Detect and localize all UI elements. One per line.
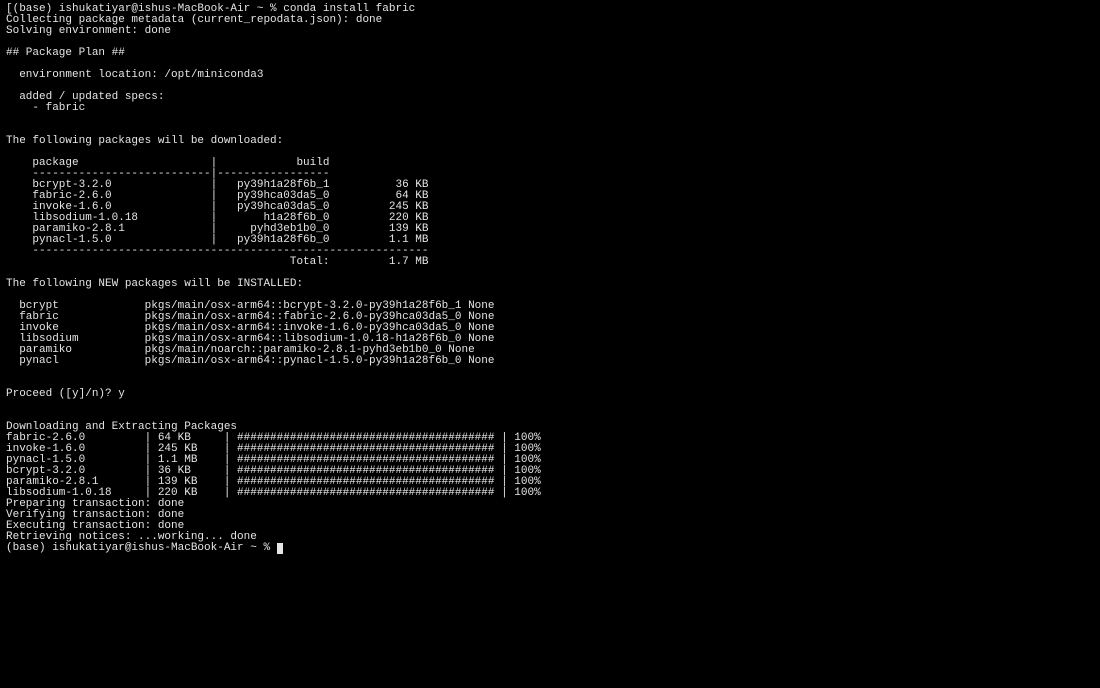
proceed-prompt: Proceed ([y]/n)? y [6, 388, 125, 400]
terminal-output[interactable]: [(base) ishukatiyar@ishus-MacBook-Air ~ … [0, 0, 1100, 558]
plan-header: ## Package Plan ## [6, 47, 125, 59]
table-total: Total: 1.7 MB [6, 256, 428, 268]
install-header: The following NEW packages will be INSTA… [6, 278, 303, 290]
download-header: The following packages will be downloade… [6, 135, 283, 147]
cursor-icon [277, 543, 283, 554]
prompt-line: (base) ishukatiyar@ishus-MacBook-Air ~ % [6, 542, 277, 554]
install-row: pynacl pkgs/main/osx-arm64::pynacl-1.5.0… [6, 355, 494, 367]
env-location: environment location: /opt/miniconda3 [6, 69, 263, 81]
output-line: Solving environment: done [6, 25, 171, 37]
specs-line: - fabric [6, 102, 85, 114]
